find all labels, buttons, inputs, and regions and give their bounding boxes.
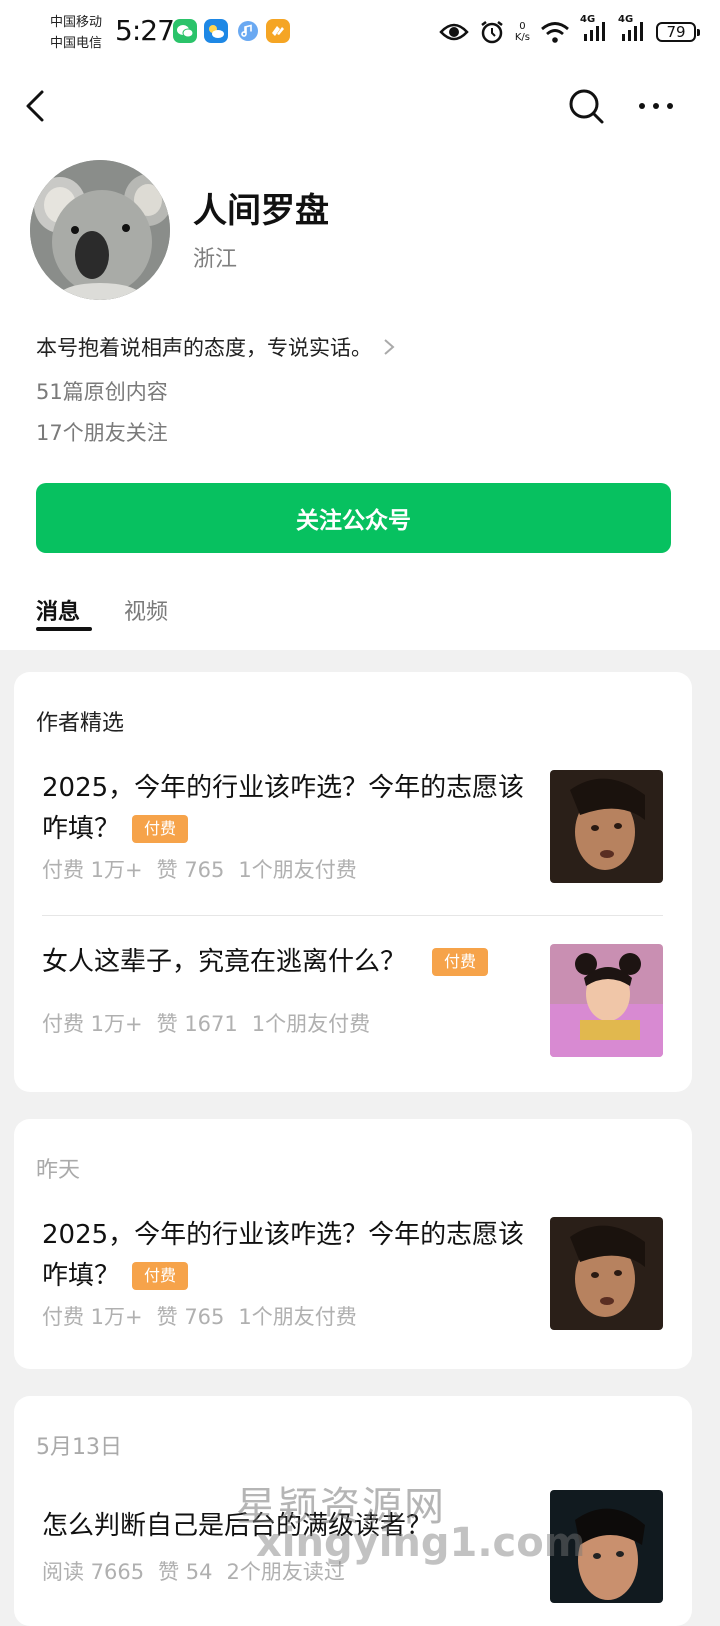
- back-button[interactable]: [20, 86, 56, 126]
- network-speed-unit: K/s: [514, 32, 530, 43]
- more-icon: [639, 103, 673, 109]
- paid-count: 付费 1万+: [42, 1012, 143, 1036]
- article-thumbnail: [550, 1217, 663, 1330]
- paid-count: 付费 1万+: [42, 1305, 143, 1329]
- account-description: 本号抱着说相声的态度，专说实话。: [36, 336, 372, 360]
- account-description-link[interactable]: 本号抱着说相声的态度，专说实话。: [36, 332, 396, 362]
- like-count: 赞 1671: [156, 1012, 238, 1036]
- status-bar: 中国移动 中国电信 5:27 0 K/s 4G 4G 79: [0, 0, 720, 64]
- article-item[interactable]: 女人这辈子，究竟在逃离什么？ 付费 付费 1万+ 赞 1671 1个朋友付费: [42, 942, 677, 1062]
- search-icon: [569, 89, 604, 124]
- follow-button[interactable]: 关注公众号: [36, 483, 671, 553]
- cell-signal-1: 4G: [580, 14, 608, 45]
- article-thumbnail: [550, 770, 663, 883]
- friends-following[interactable]: 17个朋友关注: [36, 417, 168, 447]
- friends-paid: 1个朋友付费: [251, 1012, 371, 1036]
- original-count[interactable]: 51篇原创内容: [36, 376, 168, 406]
- like-count: 赞 765: [156, 1305, 225, 1329]
- paid-badge: 付费: [132, 1262, 189, 1290]
- wechat-notification-icon: [173, 19, 197, 43]
- read-count: 阅读 7665: [42, 1560, 145, 1584]
- alarm-icon: [481, 21, 503, 44]
- carrier-primary: 中国移动: [50, 15, 103, 30]
- more-button[interactable]: [634, 86, 678, 126]
- tab-videos[interactable]: 视频: [124, 594, 168, 626]
- paid-count: 付费 1万+: [42, 858, 143, 882]
- article-title-text: 2025，今年的行业该咋选？今年的志愿该咋填？: [42, 1220, 525, 1291]
- account-name: 人间罗盘: [193, 191, 329, 231]
- carrier-info: 中国移动 中国电信: [50, 12, 102, 54]
- article-thumbnail: [550, 944, 663, 1057]
- battery-level: 79: [666, 23, 686, 41]
- status-indicators: 0 K/s 4G 4G 79: [439, 14, 700, 46]
- music-app-icon: [236, 19, 260, 43]
- article-meta: 付费 1万+ 赞 765 1个朋友付费: [42, 1301, 371, 1331]
- featured-title: 作者精选: [36, 711, 125, 736]
- shopping-app-icon: [266, 19, 290, 43]
- article-item[interactable]: 2025，今年的行业该咋选？今年的志愿该咋填？ 付费 付费 1万+ 赞 765 1个朋…: [42, 1215, 677, 1345]
- like-count: 赞 765: [156, 858, 225, 882]
- search-button[interactable]: [566, 86, 606, 126]
- account-region: 浙江: [193, 247, 238, 272]
- active-tab-indicator: [36, 627, 92, 631]
- article-title-text: 2025，今年的行业该咋选？今年的志愿该咋填？: [42, 773, 525, 844]
- watermark-url: xingying1.com: [256, 1520, 586, 1566]
- wifi-icon: [541, 22, 569, 43]
- chevron-right-icon: [384, 339, 395, 355]
- status-time: 5:27: [115, 14, 175, 47]
- tab-messages[interactable]: 消息: [36, 594, 80, 626]
- divider: [42, 915, 663, 916]
- chevron-left-icon: [26, 90, 44, 122]
- friends-paid: 1个朋友付费: [238, 858, 357, 882]
- eye-icon: [439, 23, 469, 41]
- date-label: 昨天: [36, 1158, 81, 1183]
- paid-badge: 付费: [132, 815, 189, 843]
- article-item[interactable]: 2025，今年的行业该咋选？今年的志愿该咋填？ 付费 付费 1万+ 赞 765 1个朋…: [42, 768, 677, 898]
- koala-avatar-image: [30, 160, 170, 300]
- article-title-text: 女人这辈子，究竟在逃离什么？: [42, 947, 407, 977]
- avatar[interactable]: [30, 160, 170, 300]
- signal-type-2: 4G: [618, 13, 634, 25]
- cell-signal-2: 4G: [618, 14, 646, 45]
- featured-card: 作者精选 2025，今年的行业该咋选？今年的志愿该咋填？ 付费 付费 1万+ 赞 7…: [14, 672, 692, 1092]
- article-meta: 付费 1万+ 赞 1671 1个朋友付费: [42, 1008, 384, 1038]
- network-speed-value: 0: [519, 21, 526, 32]
- date-label: 5月13日: [36, 1435, 122, 1460]
- yesterday-card: 昨天 2025，今年的行业该咋选？今年的志愿该咋填？ 付费 付费 1万+ 赞 765…: [14, 1119, 692, 1369]
- article-title: 女人这辈子，究竟在逃离什么？ 付费: [42, 942, 532, 983]
- carrier-secondary: 中国电信: [50, 36, 103, 51]
- battery-indicator: 79: [656, 22, 700, 42]
- like-count: 赞 54: [158, 1560, 213, 1584]
- paid-badge: 付费: [432, 948, 489, 976]
- article-title: 2025，今年的行业该咋选？今年的志愿该咋填？ 付费: [42, 1215, 532, 1297]
- weather-app-icon: [204, 19, 228, 43]
- friends-paid: 1个朋友付费: [238, 1305, 357, 1329]
- article-title: 2025，今年的行业该咋选？今年的志愿该咋填？ 付费: [42, 768, 532, 850]
- article-meta: 付费 1万+ 赞 765 1个朋友付费: [42, 854, 371, 884]
- signal-type-1: 4G: [580, 13, 596, 25]
- network-speed: 0 K/s: [515, 21, 530, 43]
